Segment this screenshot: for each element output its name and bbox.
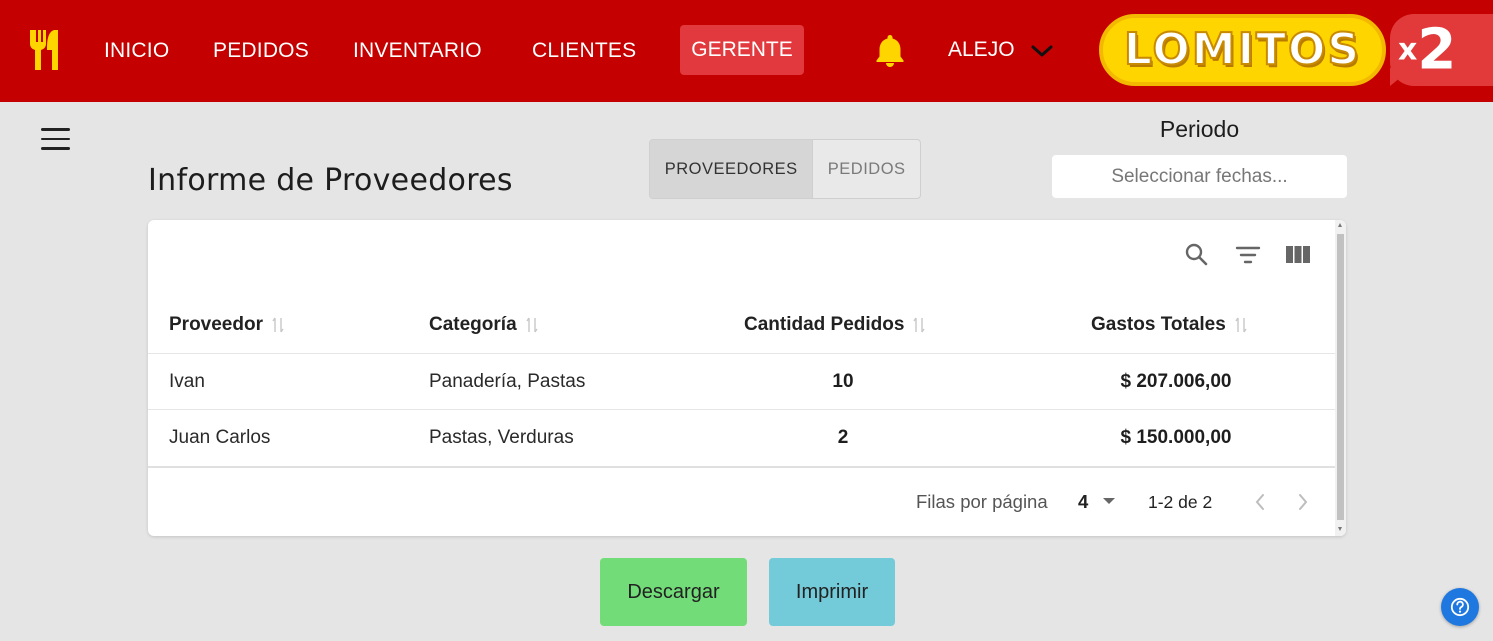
col-header-gastos[interactable]: Gastos Totales — [1091, 312, 1248, 338]
print-button[interactable]: Imprimir — [769, 558, 895, 626]
logo-x: x — [1398, 32, 1418, 68]
col-label-cantidad: Cantidad Pedidos — [744, 314, 905, 335]
scrollbar-thumb[interactable] — [1337, 234, 1344, 520]
scroll-down-icon[interactable] — [1338, 527, 1342, 531]
logo-text: LOMITOS — [1123, 23, 1362, 76]
prev-page-icon[interactable] — [1250, 491, 1270, 513]
period-label: Periodo — [1159, 116, 1240, 142]
header-divider — [148, 353, 1335, 354]
rows-per-page-select[interactable]: 4 — [1078, 489, 1088, 515]
search-icon[interactable] — [1183, 241, 1211, 269]
nav-inventario[interactable]: INVENTARIO — [353, 36, 482, 66]
toggle-proveedores[interactable]: PROVEEDORES — [650, 140, 814, 198]
fork-knife-icon[interactable] — [28, 30, 64, 70]
pagination-range: 1-2 de 2 — [1148, 492, 1213, 512]
filter-icon[interactable] — [1234, 241, 1262, 269]
nav-gerente[interactable]: GERENTE — [680, 25, 804, 75]
brand-logo: LOMITOS — [1099, 14, 1386, 86]
sort-icon[interactable] — [271, 316, 285, 334]
nav-inicio[interactable]: INICIO — [104, 36, 169, 66]
chevron-down-icon[interactable] — [1030, 41, 1054, 61]
footer-divider — [148, 466, 1335, 468]
nav-pedidos[interactable]: PEDIDOS — [213, 36, 309, 66]
cell-proveedor: Juan Carlos — [169, 427, 271, 448]
rows-per-page-label: Filas por página — [916, 491, 1048, 512]
cell-proveedor: Ivan — [169, 371, 205, 392]
cell-cantidad: 10 — [832, 371, 854, 392]
columns-icon[interactable] — [1284, 241, 1312, 269]
table-scrollbar[interactable] — [1335, 220, 1346, 536]
toggle-pedidos[interactable]: PEDIDOS — [813, 140, 920, 198]
date-range-input[interactable] — [1052, 155, 1347, 198]
sort-icon[interactable] — [912, 316, 926, 334]
cell-cantidad: 2 — [837, 427, 849, 448]
nav-clientes[interactable]: CLIENTES — [532, 36, 636, 66]
col-label-categoria: Categoría — [429, 314, 517, 335]
hamburger-icon[interactable] — [41, 128, 70, 150]
cell-gastos: $ 150.000,00 — [1120, 427, 1232, 448]
sort-icon[interactable] — [525, 316, 539, 334]
help-icon — [1450, 597, 1470, 617]
col-header-cantidad[interactable]: Cantidad Pedidos — [744, 312, 926, 338]
col-header-categoria[interactable]: Categoría — [429, 312, 539, 338]
row-divider — [148, 409, 1335, 410]
view-toggle: PROVEEDORES PEDIDOS — [649, 139, 921, 199]
cell-categoria: Panadería, Pastas — [429, 371, 586, 392]
cell-categoria: Pastas, Verduras — [429, 427, 574, 448]
col-label-gastos: Gastos Totales — [1091, 314, 1226, 335]
bell-icon[interactable] — [874, 33, 906, 67]
user-name[interactable]: ALEJO — [948, 36, 1015, 64]
help-button[interactable] — [1441, 588, 1479, 626]
page-title: Informe de Proveedores — [148, 163, 513, 198]
download-button[interactable]: Descargar — [600, 558, 747, 626]
cell-gastos: $ 207.006,00 — [1120, 371, 1232, 392]
scroll-up-icon[interactable] — [1338, 223, 1342, 227]
logo-two: 2 — [1417, 17, 1457, 83]
sort-icon[interactable] — [1234, 316, 1248, 334]
caret-down-icon[interactable] — [1103, 498, 1115, 504]
col-header-proveedor[interactable]: Proveedor — [169, 312, 285, 338]
logo-x2: x2 — [1398, 14, 1456, 86]
col-label-proveedor: Proveedor — [169, 314, 263, 335]
next-page-icon[interactable] — [1293, 491, 1313, 513]
